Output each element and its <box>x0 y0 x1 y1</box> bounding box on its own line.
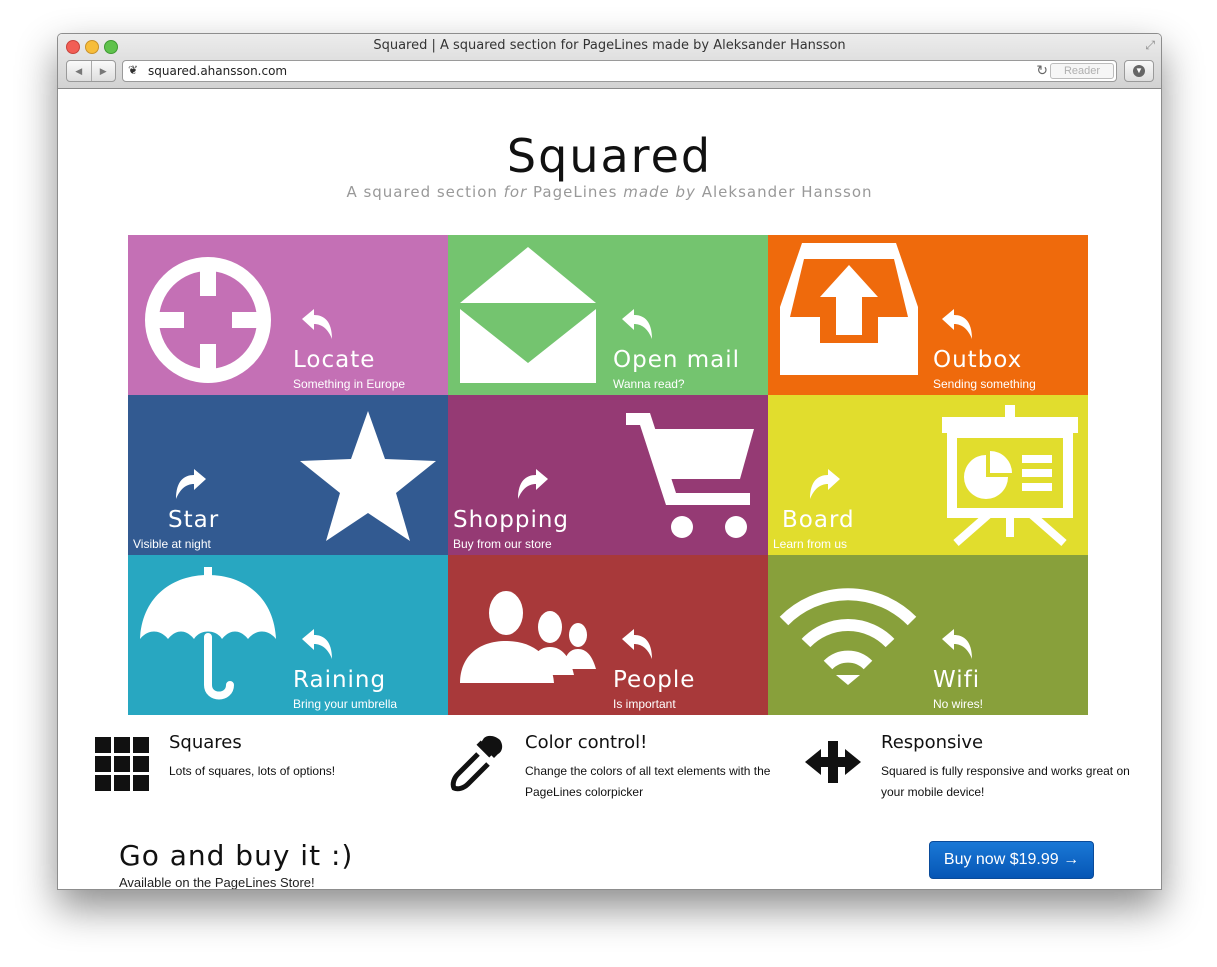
feature-title: Squares <box>169 732 242 753</box>
subtitle-part: PageLines <box>527 183 624 201</box>
site-favicon-icon: ❦ <box>128 63 139 77</box>
curved-arrow-icon <box>302 309 332 339</box>
tile-board[interactable]: Board Learn from us <box>768 395 1088 555</box>
url-text[interactable]: squared.ahansson.com <box>148 64 287 78</box>
tile-title: People <box>613 667 696 693</box>
feature-text: Squared is fully responsive and works gr… <box>881 764 1130 799</box>
tile-title: Locate <box>293 347 376 373</box>
tile-subtitle: Learn from us <box>773 537 848 551</box>
page-title: Squared <box>506 129 713 183</box>
umbrella-icon <box>140 567 276 700</box>
cta-title: Go and buy it :) <box>119 839 354 872</box>
browser-toolbar: Squared | A squared section for PageLine… <box>58 34 1161 89</box>
tile-title: Raining <box>293 667 387 693</box>
fullscreen-icon[interactable]: ⤢ <box>1145 38 1155 53</box>
tile-subtitle: Bring your umbrella <box>293 697 398 711</box>
people-icon <box>460 591 596 683</box>
feature-text: Change the colors of all text elements w… <box>525 764 771 799</box>
tile-locate[interactable]: Locate Something in Europe <box>128 235 448 395</box>
cta-subtitle: Available on the PageLines Store! <box>119 875 315 890</box>
subtitle-part: Aleksander Hansson <box>695 183 873 201</box>
tile-shopping[interactable]: Shopping Buy from our store <box>448 395 768 555</box>
grid-icon <box>95 737 149 791</box>
curved-arrow-icon <box>622 309 652 339</box>
outbox-icon <box>780 243 918 375</box>
tile-title: Shopping <box>453 507 570 533</box>
curved-arrow-icon <box>176 469 206 499</box>
tile-subtitle: Sending something <box>933 377 1036 391</box>
wifi-icon <box>779 588 917 685</box>
subtitle-for: for <box>503 183 528 201</box>
downloads-button[interactable]: ▼ <box>1124 60 1154 82</box>
eyedropper-icon <box>450 735 503 792</box>
tile-subtitle: Wanna read? <box>613 377 685 391</box>
reload-icon[interactable]: ↻ <box>1036 62 1048 79</box>
tile-wifi[interactable]: Wifi No wires! <box>768 555 1088 715</box>
presentation-board-icon <box>942 405 1078 547</box>
tile-subtitle: Something in Europe <box>293 377 406 391</box>
tile-title: Open mail <box>613 347 741 373</box>
tile-star[interactable]: Star Visible at night <box>128 395 448 555</box>
forward-button[interactable]: ▶ <box>90 61 116 81</box>
browser-window: Squared | A squared section for PageLine… <box>57 33 1162 890</box>
back-button[interactable]: ◀ <box>67 61 91 81</box>
curved-arrow-icon <box>302 629 332 659</box>
feature-text: Lots of squares, lots of options! <box>169 764 336 778</box>
download-icon: ▼ <box>1133 65 1145 77</box>
feature-title: Responsive <box>881 732 984 753</box>
tile-title: Star <box>168 507 220 533</box>
page-content: Squared A squared section for PageLines … <box>58 89 1161 889</box>
tile-subtitle: No wires! <box>933 697 984 711</box>
address-bar[interactable]: ❦ squared.ahansson.com ↻ Reader <box>122 60 1117 82</box>
tile-title: Outbox <box>933 347 1023 373</box>
tile-subtitle: Buy from our store <box>453 537 552 551</box>
tile-outbox[interactable]: Outbox Sending something <box>768 235 1088 395</box>
buy-now-button[interactable]: Buy now $19.99 → <box>929 841 1094 879</box>
crosshair-icon <box>145 257 271 383</box>
tile-subtitle: Visible at night <box>133 537 211 551</box>
nav-buttons: ◀ ▶ <box>66 60 116 82</box>
curved-arrow-icon <box>518 469 548 499</box>
curved-arrow-icon <box>622 629 652 659</box>
page-subtitle: A squared section for PageLines made by … <box>58 183 1161 201</box>
window-title: Squared | A squared section for PageLine… <box>373 38 846 53</box>
tile-people[interactable]: People Is important <box>448 555 768 715</box>
reader-button[interactable]: Reader <box>1050 63 1114 79</box>
curved-arrow-icon <box>942 309 972 339</box>
curved-arrow-icon <box>942 629 972 659</box>
tile-raining[interactable]: Raining Bring your umbrella <box>128 555 448 715</box>
star-icon <box>300 411 436 541</box>
tile-title: Wifi <box>933 667 981 693</box>
open-mail-icon <box>460 247 596 383</box>
curved-arrow-icon <box>810 469 840 499</box>
tile-subtitle: Is important <box>613 697 676 711</box>
tile-open-mail[interactable]: Open mail Wanna read? <box>448 235 768 395</box>
tile-title: Board <box>782 507 855 533</box>
squares-grid: Locate Something in Europe Open mail Wan… <box>128 235 1088 715</box>
subtitle-made-by: made by <box>623 183 696 201</box>
subtitle-part: A squared section <box>346 183 504 201</box>
feature-title: Color control! <box>525 732 648 753</box>
move-arrows-icon <box>805 741 861 783</box>
cart-icon <box>626 413 754 538</box>
